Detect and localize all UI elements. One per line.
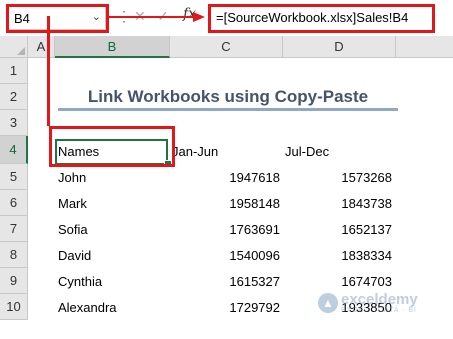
title-underline — [58, 108, 398, 111]
cell-jul-dec: 1843738 — [341, 196, 392, 211]
column-header-c[interactable]: C — [170, 36, 283, 58]
column-header-d[interactable]: D — [283, 36, 396, 58]
row-header-4[interactable]: 4 — [0, 136, 28, 164]
row-header-5[interactable]: 5 — [0, 164, 28, 190]
column-header-a[interactable]: A — [28, 36, 55, 58]
watermark-tagline: EXCEL · DATA · BI — [341, 307, 417, 314]
cell-jul-dec: 1838334 — [341, 248, 392, 263]
formula-highlight — [208, 4, 435, 33]
arrow-right-icon — [193, 12, 205, 22]
cell-name: Cynthia — [58, 274, 103, 289]
row-header-7[interactable]: 7 — [0, 216, 28, 242]
select-all-button[interactable] — [0, 36, 28, 58]
row-header-3[interactable]: 3 — [0, 110, 28, 136]
row-header-6[interactable]: 6 — [0, 190, 28, 216]
connector-vertical — [47, 16, 50, 126]
row-header-9[interactable]: 9 — [0, 268, 28, 294]
header-jul-dec: Jul-Dec — [285, 144, 330, 159]
exceldemy-logo-icon: ▲ — [318, 293, 338, 313]
sheet-title: Link Workbooks using Copy-Paste — [87, 87, 369, 106]
row-header-1[interactable]: 1 — [0, 58, 28, 84]
header-jan-jun: Jan-Jun — [172, 144, 219, 159]
cell-name: Mark — [58, 196, 87, 211]
column-header-e[interactable] — [396, 36, 453, 58]
connector-horizontal — [109, 16, 193, 18]
cell-name: David — [58, 248, 92, 263]
watermark-name: exceldemy — [341, 291, 418, 308]
cell-jan-jun: 1729792 — [229, 300, 280, 315]
cell-jul-dec: 1674703 — [341, 274, 392, 289]
watermark-logo: ▲ exceldemy EXCEL · DATA · BI — [318, 292, 418, 314]
cell-jan-jun: 1947618 — [229, 170, 280, 185]
cell-jan-jun: 1540096 — [229, 248, 280, 263]
cell-jul-dec: 1652137 — [341, 222, 392, 237]
cell-jan-jun: 1615327 — [229, 274, 280, 289]
cell-name: John — [58, 170, 87, 185]
cell-b4-highlight — [49, 126, 175, 167]
cell-jul-dec: 1573268 — [341, 170, 392, 185]
cell-jan-jun: 1763691 — [229, 222, 280, 237]
select-all-triangle-icon — [17, 47, 25, 55]
cell-jan-jun: 1958148 — [229, 196, 280, 211]
row-header-10[interactable]: 10 — [0, 294, 28, 320]
column-header-b[interactable]: B — [55, 36, 170, 58]
cell-name: Sofia — [58, 222, 88, 237]
row-header-8[interactable]: 8 — [0, 242, 28, 268]
name-box-highlight — [6, 4, 109, 33]
cell-name: Alexandra — [58, 300, 117, 315]
row-header-2[interactable]: 2 — [0, 84, 28, 110]
